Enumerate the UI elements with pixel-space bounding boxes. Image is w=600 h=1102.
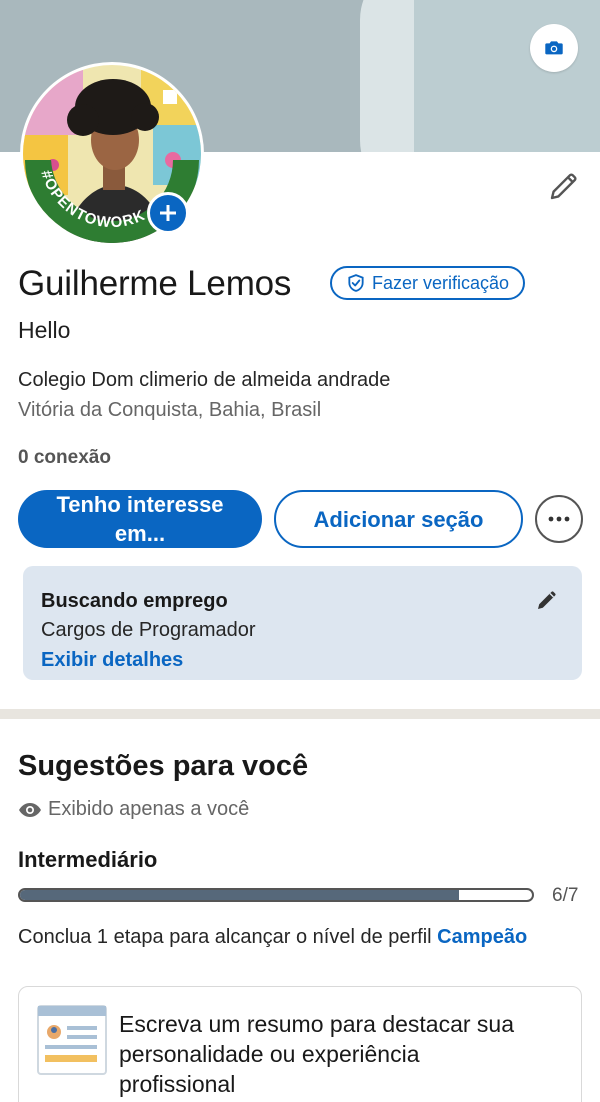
more-actions-button[interactable] xyxy=(535,495,583,543)
suggestion-text: Escreva um resumo para destacar sua pers… xyxy=(119,1011,515,1097)
verify-label: Fazer verificação xyxy=(372,272,510,293)
banner-decoration xyxy=(414,0,600,152)
privacy-note: Exibido apenas a você xyxy=(18,798,249,821)
profile-strength-level: Intermediário xyxy=(18,847,158,872)
open-to-work-title: Buscando emprego xyxy=(41,590,228,612)
ellipsis-icon xyxy=(548,516,570,522)
profile-headline: Hello xyxy=(18,317,71,343)
summary-illustration-icon xyxy=(37,1005,107,1075)
section-divider xyxy=(0,709,600,719)
pencil-icon xyxy=(538,591,556,609)
eye-icon xyxy=(19,802,41,817)
open-to-work-card[interactable]: Buscando emprego Cargos de Programador E… xyxy=(23,566,582,680)
privacy-note-text: Exibido apenas a você xyxy=(48,798,250,820)
verify-button[interactable]: Fazer verificação xyxy=(330,266,526,300)
profile-strength-cta: Conclua 1 etapa para alcançar o nível de… xyxy=(18,926,527,949)
profile-location: Vitória da Conquista, Bahia, Brasil xyxy=(18,399,322,421)
profile-strength-fill xyxy=(20,890,459,900)
show-details-link[interactable]: Exibir detalhes xyxy=(41,649,183,672)
profile-strength-meter xyxy=(18,888,534,902)
profile-strength-count: 6/7 xyxy=(552,885,579,906)
target-level-link[interactable]: Campeão xyxy=(437,926,527,948)
connections-count[interactable]: 0 conexão xyxy=(18,447,111,469)
profile-name: Guilherme Lemos xyxy=(18,264,292,303)
suggestions-title: Sugestões para você xyxy=(18,750,309,782)
shield-check-icon xyxy=(348,274,364,292)
suggestion-card[interactable]: Escreva um resumo para destacar sua pers… xyxy=(18,986,582,1102)
add-photo-button[interactable] xyxy=(147,192,189,234)
pencil-icon xyxy=(550,173,577,200)
open-to-button[interactable]: Tenho interesse em... xyxy=(18,490,262,548)
edit-open-to-work-button[interactable] xyxy=(535,588,559,612)
edit-profile-button[interactable] xyxy=(548,170,580,202)
profile-company[interactable]: Colegio Dom climerio de almeida andrade xyxy=(18,369,390,392)
open-to-work-roles: Cargos de Programador xyxy=(41,619,256,641)
plus-icon xyxy=(160,205,176,221)
camera-icon xyxy=(545,41,563,55)
add-section-button[interactable]: Adicionar seção xyxy=(274,490,523,548)
cta-text: Conclua 1 etapa para alcançar o nível de… xyxy=(18,926,438,948)
edit-banner-button[interactable] xyxy=(530,24,578,72)
